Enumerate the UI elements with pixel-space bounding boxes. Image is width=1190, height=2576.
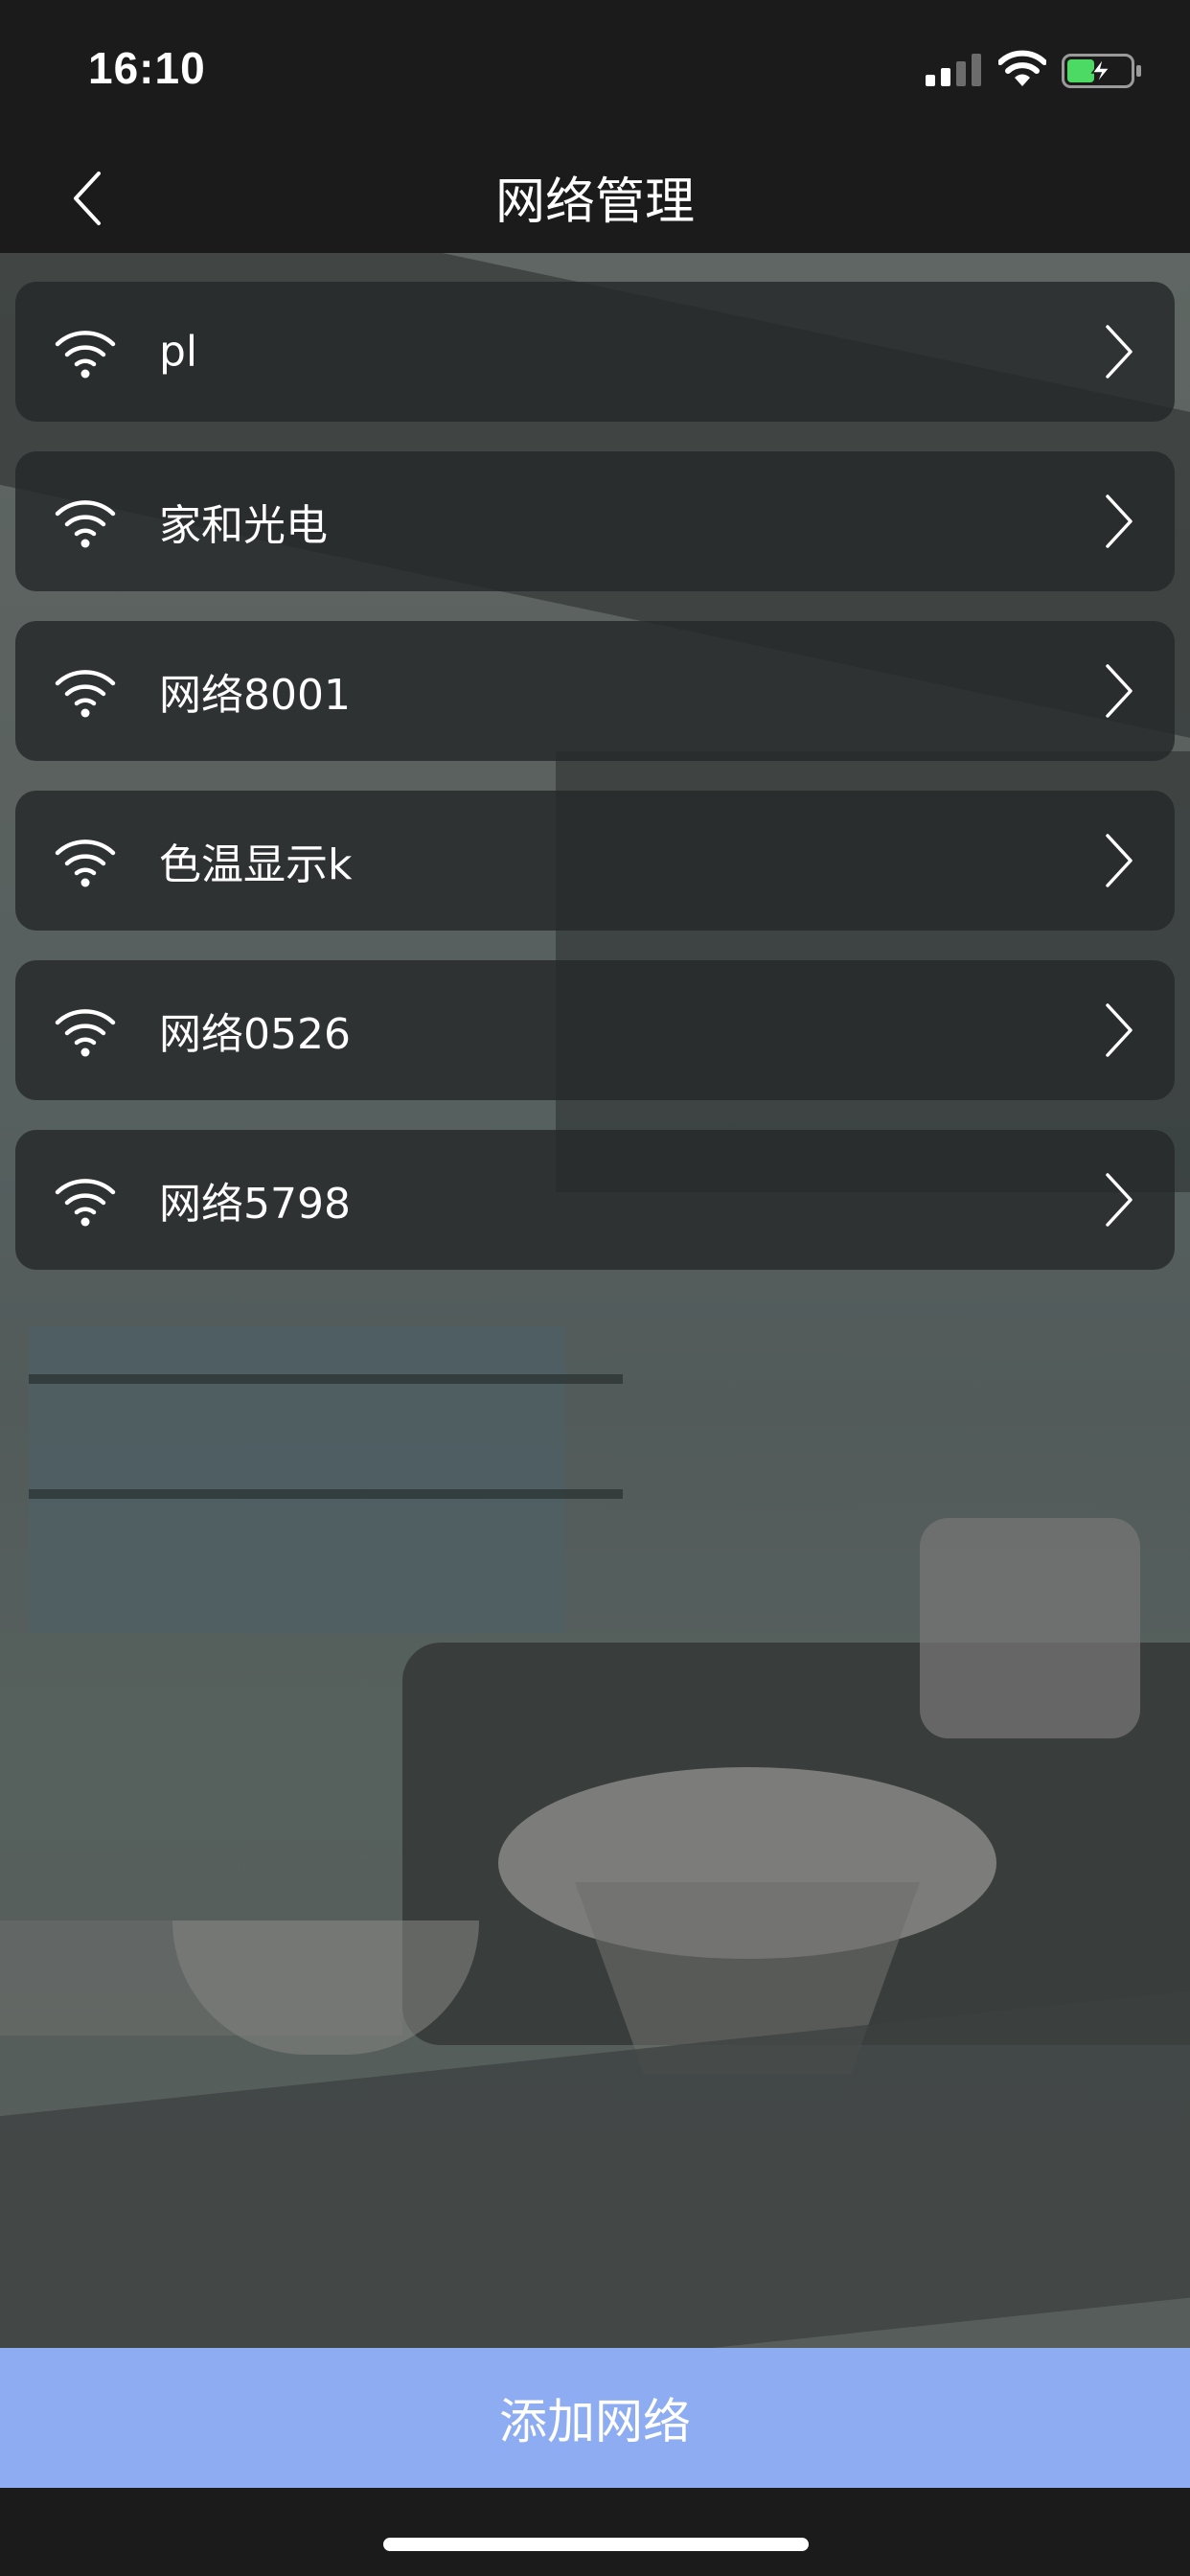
background-rail (29, 1374, 623, 1384)
network-item[interactable]: 网络5798 (15, 1130, 1175, 1270)
add-network-label: 添加网络 (499, 2394, 691, 2450)
bottom-safe-area (0, 2488, 1190, 2576)
wifi-status-icon (998, 50, 1046, 86)
wifi-icon (55, 331, 116, 379)
network-item[interactable]: 网络0526 (15, 960, 1175, 1100)
network-name: 家和光电 (159, 501, 328, 550)
network-name: 网络5798 (159, 1180, 351, 1229)
wifi-icon (55, 1179, 116, 1227)
status-bar: 16:10 (0, 0, 1190, 144)
network-list: pl 家和光电 网络8001 色温显示k 网络0526 网络5798 (15, 282, 1175, 1270)
signal-icon (926, 54, 981, 86)
background-rail (29, 1489, 623, 1499)
home-indicator[interactable] (383, 2538, 809, 2551)
network-name: 网络8001 (159, 671, 351, 720)
chevron-right-icon (1106, 1003, 1133, 1057)
chevron-right-icon (1106, 325, 1133, 379)
chevron-right-icon (1106, 1173, 1133, 1227)
background-pillow (920, 1518, 1140, 1738)
network-name: pl (159, 327, 198, 377)
background-window (29, 1326, 565, 1633)
network-item[interactable]: 家和光电 (15, 451, 1175, 591)
network-item[interactable]: 色温显示k (15, 791, 1175, 931)
status-time: 16:10 (88, 43, 206, 93)
battery-charging-icon (1062, 54, 1141, 88)
network-name: 网络0526 (159, 1010, 351, 1059)
wifi-icon (55, 670, 116, 718)
wifi-icon (55, 840, 116, 887)
chevron-right-icon (1106, 494, 1133, 548)
chevron-right-icon (1106, 664, 1133, 718)
nav-bar: 网络管理 (0, 144, 1190, 253)
wifi-icon (55, 500, 116, 548)
wifi-icon (55, 1009, 116, 1057)
page-title: 网络管理 (494, 173, 695, 231)
network-item[interactable]: 网络8001 (15, 621, 1175, 761)
chevron-right-icon (1106, 834, 1133, 887)
network-name: 色温显示k (159, 840, 353, 889)
network-item[interactable]: pl (15, 282, 1175, 422)
add-network-button[interactable]: 添加网络 (0, 2348, 1190, 2488)
